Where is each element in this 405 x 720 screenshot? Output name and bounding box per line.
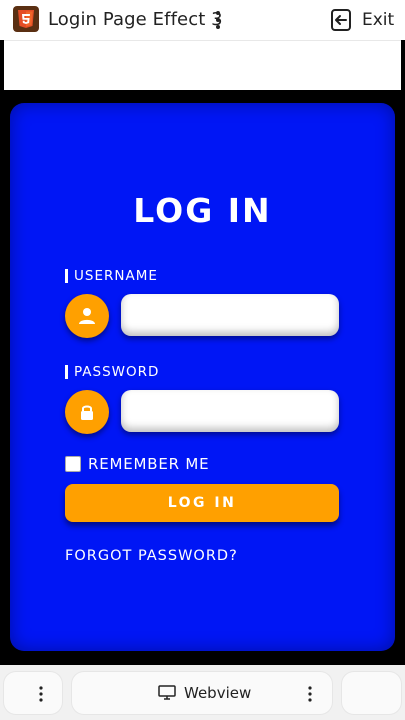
remember-me-checkbox[interactable]	[65, 456, 81, 472]
lock-icon	[81, 405, 93, 420]
user-icon	[79, 308, 95, 324]
more-vert-icon[interactable]	[308, 686, 312, 702]
webview-label: Webview	[184, 684, 252, 702]
exit-icon	[331, 9, 351, 31]
user-icon-badge	[65, 294, 109, 338]
exit-button[interactable]: Exit	[330, 7, 394, 33]
login-card: LOG IN USERNAME PASSWORD REMEMBER ME LOG…	[10, 103, 395, 651]
remember-me-row[interactable]: REMEMBER ME	[65, 455, 209, 473]
lock-icon-badge	[65, 390, 109, 434]
html5-icon	[13, 6, 39, 32]
more-vert-icon[interactable]	[212, 9, 224, 31]
forgot-password-link[interactable]: FORGOT PASSWORD?	[65, 548, 238, 564]
login-button[interactable]: LOG IN	[65, 484, 339, 522]
address-area	[4, 40, 401, 90]
more-vert-icon[interactable]	[39, 686, 43, 702]
app-title: Login Page Effect 3	[48, 9, 223, 30]
app-header: Login Page Effect 3 Exit	[0, 0, 405, 40]
password-input[interactable]	[121, 390, 339, 432]
login-heading: LOG IN	[133, 191, 272, 230]
exit-label: Exit	[362, 10, 395, 30]
left-pill[interactable]	[4, 672, 62, 714]
webview-pill[interactable]: Webview	[72, 672, 332, 714]
remember-me-label[interactable]: REMEMBER ME	[88, 455, 209, 473]
password-label: PASSWORD	[65, 364, 159, 380]
username-label: USERNAME	[65, 268, 158, 284]
username-input[interactable]	[121, 294, 339, 336]
right-pill[interactable]	[342, 672, 401, 714]
monitor-icon	[158, 685, 176, 700]
bottom-toolbar: Webview	[0, 665, 405, 720]
